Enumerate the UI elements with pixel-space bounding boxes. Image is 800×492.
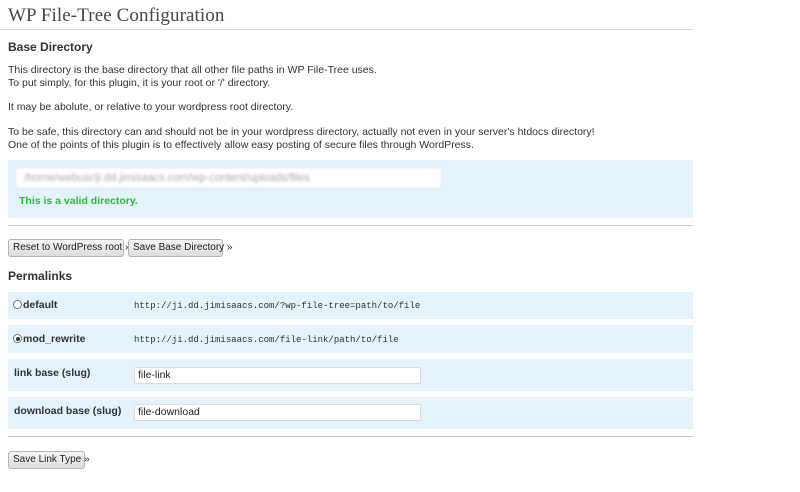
default-option-label[interactable]: default	[13, 299, 57, 311]
section-divider	[8, 225, 693, 226]
link-base-input[interactable]: file-link	[134, 367, 421, 384]
description-line: One of the points of this plugin is to e…	[8, 139, 474, 151]
safety-note: To be safe, this directory can and shoul…	[8, 126, 595, 152]
description-line: To be safe, this directory can and shoul…	[8, 126, 595, 138]
description-line: To put simply, for this plugin, it is yo…	[8, 77, 271, 89]
download-base-input[interactable]: file-download	[134, 404, 421, 421]
save-link-type-button[interactable]: Save Link Type »	[8, 451, 90, 469]
mod-rewrite-label-text: mod_rewrite	[23, 333, 86, 345]
download-base-label: download base (slug)	[14, 405, 122, 417]
section-divider	[8, 436, 693, 437]
base-directory-heading: Base Directory	[8, 40, 93, 54]
default-label-text: default	[23, 299, 58, 311]
download-base-row: download base (slug) file-download	[8, 397, 693, 429]
link-base-row: link base (slug) file-link	[8, 359, 693, 391]
mod-rewrite-radio-icon[interactable]	[13, 334, 22, 343]
save-base-directory-button[interactable]: Save Base Directory »	[128, 239, 233, 257]
base-directory-description: This directory is the base directory tha…	[8, 64, 377, 90]
reset-to-wordpress-root-button[interactable]: Reset to WordPress root »	[8, 239, 131, 257]
mod-rewrite-url-example: http://ji.dd.jimisaacs.com/file-link/pat…	[134, 335, 399, 345]
valid-directory-message: This is a valid directory.	[19, 195, 138, 207]
base-directory-panel: /home/webusr/ji.dd.jimisaacs.com/wp-cont…	[8, 160, 693, 218]
default-url-example: http://ji.dd.jimisaacs.com/?wp-file-tree…	[134, 301, 421, 311]
permalink-option-mod-rewrite[interactable]: mod_rewrite http://ji.dd.jimisaacs.com/f…	[8, 325, 693, 353]
description-line: This directory is the base directory tha…	[8, 64, 377, 76]
page-title: WP File-Tree Configuration	[8, 5, 225, 26]
description-line: It may be abolute, or relative to your w…	[8, 101, 294, 113]
permalink-option-default[interactable]: default http://ji.dd.jimisaacs.com/?wp-f…	[8, 292, 693, 319]
permalinks-heading: Permalinks	[8, 269, 73, 283]
link-base-label: link base (slug)	[14, 367, 91, 379]
title-divider	[0, 29, 693, 30]
base-directory-input[interactable]: /home/webusr/ji.dd.jimisaacs.com/wp-cont…	[15, 167, 442, 189]
mod-rewrite-option-label[interactable]: mod_rewrite	[13, 333, 85, 345]
default-radio-icon[interactable]	[13, 300, 22, 309]
